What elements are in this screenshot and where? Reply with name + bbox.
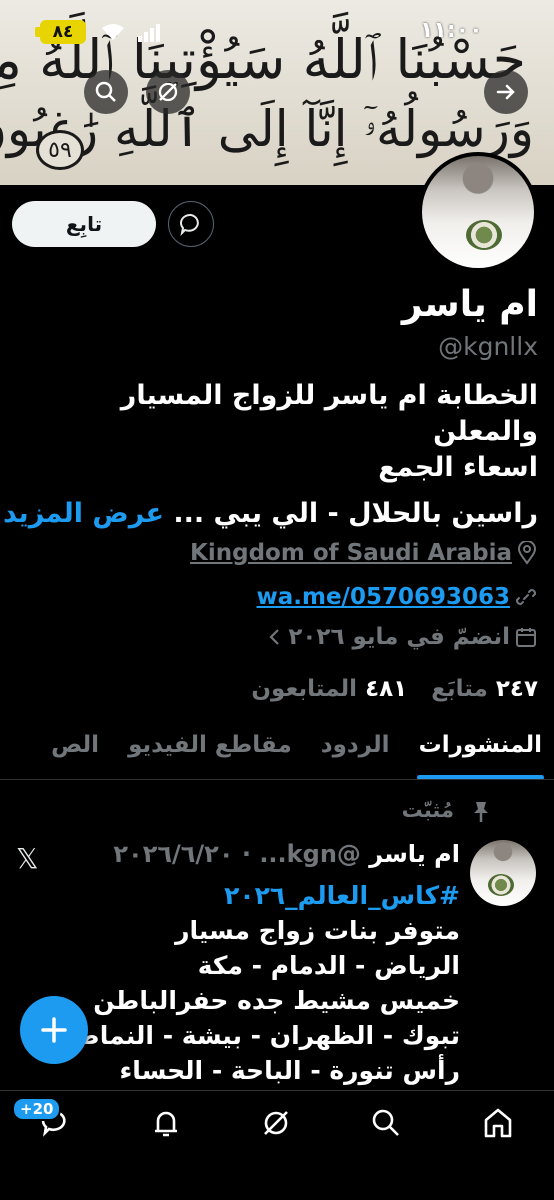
nav-home[interactable] xyxy=(478,1103,518,1143)
post-author-avatar[interactable] xyxy=(470,840,536,906)
profile-avatar[interactable] xyxy=(418,152,538,272)
post-line: متوفر بنات زواج مسيار xyxy=(175,916,460,945)
location-text: Kingdom of Saudi Arabia xyxy=(190,540,512,566)
message-bubble-icon xyxy=(180,213,199,236)
message-button[interactable] xyxy=(168,201,214,247)
bouquet-icon xyxy=(466,220,502,250)
gesture-bar xyxy=(0,1152,554,1200)
website-row[interactable]: wa.me/0570693063 xyxy=(256,584,538,610)
wifi-icon xyxy=(102,24,124,40)
tab-posts[interactable]: المنشورات xyxy=(407,722,554,779)
profile-tabs: المنشورات الردود مقاطع الفيديو الص xyxy=(0,722,554,780)
grok-icon xyxy=(158,82,178,102)
chevron-left-icon[interactable] xyxy=(266,627,284,647)
followers-count: ٤٨١ xyxy=(365,676,408,702)
search-button[interactable] xyxy=(84,70,128,114)
status-icons xyxy=(100,20,170,44)
bio-line3: راسين بالحلال - الي يبي ... xyxy=(173,498,538,529)
profile-bio-continued: راسين بالحلال - الي يبي ... عرض المزيد xyxy=(3,498,538,529)
tab-more[interactable]: الص xyxy=(39,722,111,779)
back-button[interactable] xyxy=(484,70,528,114)
status-bar: ٨٤ ١١:٠٠ xyxy=(0,10,554,50)
post-bouquet-icon xyxy=(488,874,514,896)
tab-videos[interactable]: مقاطع الفيديو xyxy=(116,722,304,779)
nav-grok[interactable] xyxy=(256,1103,296,1143)
pinned-label: مُثبّت xyxy=(401,798,454,822)
battery-indicator: ٨٤ xyxy=(35,20,86,44)
profile-name: ام ياسر xyxy=(401,284,538,325)
search-icon xyxy=(372,1109,399,1136)
search-icon xyxy=(95,81,116,102)
nav-notifications[interactable] xyxy=(146,1103,186,1143)
following-count: ٢٤٧ xyxy=(495,676,538,702)
calendar-icon xyxy=(516,628,536,647)
website-link[interactable]: wa.me/0570693063 xyxy=(256,584,510,610)
profile-handle: @kgnllx xyxy=(438,332,538,361)
nav-search[interactable] xyxy=(366,1103,406,1143)
followers-link[interactable]: ٤٨١ المتابعون xyxy=(251,676,407,702)
verse-number: ٥٩ xyxy=(36,130,84,170)
status-time: ١١:٠٠ xyxy=(420,18,483,43)
followers-label: المتابعون xyxy=(251,676,358,702)
post-author-name[interactable]: ام ياسر xyxy=(369,840,460,868)
tab-replies[interactable]: الردود xyxy=(309,722,402,779)
post-line: الرياض - الدمام - مكة xyxy=(197,951,460,980)
messages-badge: +20 xyxy=(12,1097,62,1121)
notifications-icon xyxy=(155,1111,177,1137)
following-link[interactable]: ٢٤٧ متابَع xyxy=(431,676,538,702)
grok-button[interactable] xyxy=(146,70,190,114)
post-hashtag[interactable]: #كاس_العالم_٢٠٢٦ xyxy=(0,878,460,913)
bio-line2: اسعاء الجمع xyxy=(378,452,538,483)
joined-row: انضمّ في مايو ٢٠٢٦ xyxy=(266,624,538,650)
pushpin-icon xyxy=(474,802,488,822)
compose-button[interactable] xyxy=(20,996,88,1064)
x-logo-icon: 𝕏 xyxy=(16,842,39,875)
follow-counts: ٢٤٧ متابَع ٤٨١ المتابعون xyxy=(251,676,538,702)
pin-icon-wrap xyxy=(470,800,492,828)
bottom-nav xyxy=(0,1090,554,1152)
profile-bio: الخطابة ام ياسر للزواج المسيار والمعلن ا… xyxy=(8,378,538,486)
signal-icon xyxy=(138,24,160,42)
location-pin-icon xyxy=(517,541,537,565)
following-label: متابَع xyxy=(431,676,488,702)
post-meta: @kgn... · ٢٠٢٦/٦/٢٠ xyxy=(113,840,361,868)
bio-line1: الخطابة ام ياسر للزواج المسيار والمعلن xyxy=(120,380,538,447)
plus-icon xyxy=(41,1017,67,1043)
joined-text: انضمّ في مايو ٢٠٢٦ xyxy=(288,624,510,650)
home-icon xyxy=(484,1108,512,1138)
show-more-link[interactable]: عرض المزيد xyxy=(3,498,164,529)
back-arrow-icon xyxy=(496,84,515,100)
post-header: ام ياسر @kgn... · ٢٠٢٦/٦/٢٠ xyxy=(113,840,460,868)
link-icon xyxy=(515,588,537,606)
grok-icon xyxy=(264,1111,288,1135)
location-row: Kingdom of Saudi Arabia xyxy=(190,540,538,566)
follow-button[interactable]: تابِع xyxy=(12,201,156,247)
